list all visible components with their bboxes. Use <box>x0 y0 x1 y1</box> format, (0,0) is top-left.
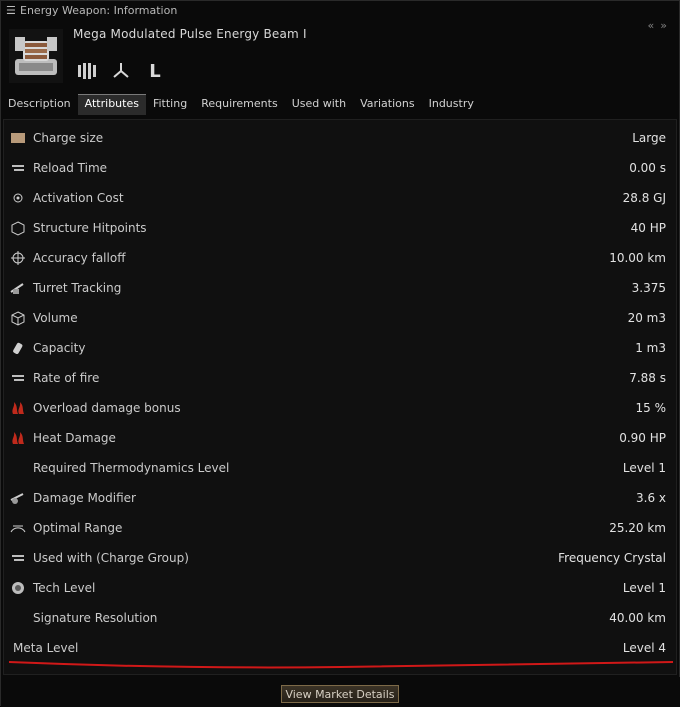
attribute-label: Heat Damage <box>33 431 116 445</box>
heat-icon <box>8 399 28 417</box>
attribute-row: Heat Damage 0.90 HP <box>4 423 676 453</box>
charge-size-icon <box>8 129 28 147</box>
cube-icon <box>8 309 28 327</box>
heat-icon <box>8 429 28 447</box>
structure-hp-icon <box>8 219 28 237</box>
attribute-value: 40.00 km <box>609 611 666 625</box>
window-title: Energy Weapon: Information <box>20 3 178 17</box>
reload-time-icon <box>8 159 28 177</box>
item-name: Mega Modulated Pulse Energy Beam I <box>73 27 307 41</box>
attribute-row: Damage Modifier 3.6 x <box>4 483 676 513</box>
window-menu-icon[interactable]: ☰ <box>6 4 18 17</box>
attribute-value: 7.88 s <box>629 371 666 385</box>
attribute-row: Overload damage bonus 15 % <box>4 393 676 423</box>
attribute-label: Reload Time <box>33 161 108 175</box>
tech-level-icon <box>8 579 28 597</box>
tab-bar: Description Attributes Fitting Requireme… <box>1 94 680 115</box>
turret-tracking-icon <box>8 279 28 297</box>
attribute-row: Signature Resolution 40.00 km <box>4 603 676 633</box>
attribute-value: Level 4 <box>622 641 666 655</box>
tab-variations[interactable]: Variations <box>353 95 422 115</box>
attribute-row: Used with (Charge Group) Frequency Cryst… <box>4 543 676 573</box>
attribute-value: 20 m3 <box>627 311 666 325</box>
meta-level-underline <box>9 661 673 669</box>
attribute-row: Required Thermodynamics Level Level 1 <box>4 453 676 483</box>
attribute-value: 15 % <box>635 401 667 415</box>
title-bar[interactable]: ☰ Energy Weapon: Information <box>1 1 680 19</box>
attribute-label: Tech Level <box>33 581 96 595</box>
attribute-label: Volume <box>33 311 78 325</box>
attribute-row: Optimal Range 25.20 km <box>4 513 676 543</box>
capacity-icon <box>8 339 28 357</box>
energy-turret-icon <box>9 29 63 83</box>
optimal-range-icon <box>8 519 28 537</box>
info-window: ☰ Energy Weapon: Information «» Mega Mod… <box>0 0 680 707</box>
attribute-value: 0.00 s <box>629 161 666 175</box>
attributes-list[interactable]: Charge size Large Reload Time 0.00 s Act… <box>3 119 677 675</box>
tab-industry[interactable]: Industry <box>422 95 481 115</box>
attribute-row: Tech Level Level 1 <box>4 573 676 603</box>
attribute-value: 25.20 km <box>609 521 666 535</box>
size-badge: L <box>149 60 161 82</box>
crosshair-icon <box>8 249 28 267</box>
attribute-value: 0.90 HP <box>619 431 666 445</box>
attribute-label: Accuracy falloff <box>33 251 126 265</box>
tab-used-with[interactable]: Used with <box>285 95 353 115</box>
attribute-row: Reload Time 0.00 s <box>4 153 676 183</box>
item-header: Mega Modulated Pulse Energy Beam I L <box>1 19 680 97</box>
attribute-value: 28.8 GJ <box>622 191 666 205</box>
attribute-label: Optimal Range <box>33 521 123 535</box>
view-market-details-button[interactable]: View Market Details <box>281 685 399 703</box>
attribute-row: Rate of fire 7.88 s <box>4 363 676 393</box>
attribute-label: Charge size <box>33 131 104 145</box>
tab-description[interactable]: Description <box>1 95 78 115</box>
attribute-label: Activation Cost <box>33 191 124 205</box>
attribute-label: Used with (Charge Group) <box>33 551 189 565</box>
attribute-row: Capacity 1 m3 <box>4 333 676 363</box>
attribute-label: Meta Level <box>13 641 79 655</box>
tab-requirements[interactable]: Requirements <box>194 95 284 115</box>
attribute-label: Signature Resolution <box>33 611 158 625</box>
attribute-value: Level 1 <box>622 461 666 475</box>
attribute-value: 40 HP <box>630 221 666 235</box>
attribute-label: Turret Tracking <box>33 281 122 295</box>
attribute-row: Volume 20 m3 <box>4 303 676 333</box>
attribute-row: Accuracy falloff 10.00 km <box>4 243 676 273</box>
attribute-row: Meta Level Level 4 <box>4 633 676 663</box>
attribute-row: Structure Hitpoints 40 HP <box>4 213 676 243</box>
attribute-label: Required Thermodynamics Level <box>33 461 230 475</box>
attribute-value: 3.6 x <box>636 491 666 505</box>
turret-hardpoint-icon <box>109 59 133 83</box>
high-slot-icon <box>75 59 99 83</box>
attribute-value: Frequency Crystal <box>558 551 666 565</box>
attribute-label: Rate of fire <box>33 371 100 385</box>
attribute-value: 10.00 km <box>609 251 666 265</box>
rate-of-fire-icon <box>8 369 28 387</box>
attribute-value: Large <box>632 131 666 145</box>
attribute-row: Turret Tracking 3.375 <box>4 273 676 303</box>
attribute-value: 1 m3 <box>635 341 666 355</box>
tab-attributes[interactable]: Attributes <box>77 94 146 115</box>
attribute-row: Charge size Large <box>4 123 676 153</box>
attribute-value: 3.375 <box>631 281 666 295</box>
damage-modifier-icon <box>8 489 28 507</box>
attribute-label: Damage Modifier <box>33 491 136 505</box>
charge-group-icon <box>8 549 28 567</box>
attribute-label: Structure Hitpoints <box>33 221 147 235</box>
attribute-value: Level 1 <box>622 581 666 595</box>
tab-fitting[interactable]: Fitting <box>146 95 194 115</box>
activation-cost-icon <box>8 189 28 207</box>
attribute-label: Overload damage bonus <box>33 401 181 415</box>
item-traits: L <box>75 59 167 83</box>
attribute-label: Capacity <box>33 341 86 355</box>
attribute-row: Activation Cost 28.8 GJ <box>4 183 676 213</box>
